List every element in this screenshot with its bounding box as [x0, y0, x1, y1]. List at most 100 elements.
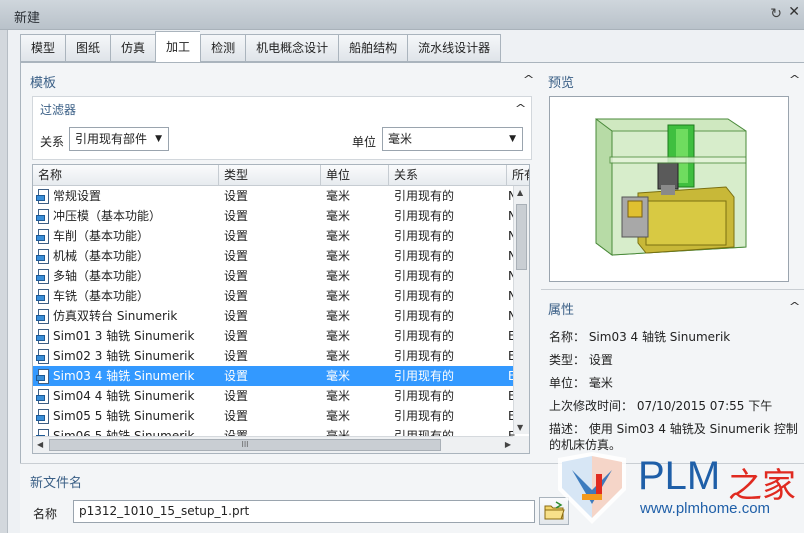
template-unit-cell-text: 毫米 [326, 189, 351, 203]
table-row[interactable]: 车削（基本功能）设置毫米引用现有的N [33, 226, 515, 246]
template-file-icon [36, 389, 50, 404]
template-relation-cell: 引用现有的 [389, 226, 505, 246]
table-row[interactable]: Sim02 3 轴铣 Sinumerik 设置 毫米 引用现有的 E [33, 346, 515, 366]
template-unit-cell-text: 毫米 [326, 289, 351, 303]
template-relation-cell: 引用现有的 [389, 386, 505, 406]
template-unit-cell: 毫米 [321, 346, 389, 366]
template-file-icon [36, 269, 50, 284]
template-unit-cell: 毫米 [321, 286, 389, 306]
chevron-up-icon[interactable]: ^ [789, 300, 801, 313]
scrollbar-corner [513, 436, 529, 453]
column-header-unit[interactable]: 单位 [321, 165, 389, 186]
horizontal-scrollbar[interactable]: ◀ III ▶ [33, 436, 515, 453]
vertical-scrollbar[interactable]: ▲ ▼ [513, 186, 529, 434]
template-name-cell-text: 多轴（基本功能） [53, 269, 150, 283]
template-unit-cell-text: 毫米 [326, 249, 351, 263]
relation-select-value: 引用现有部件 [75, 132, 148, 146]
template-name-cell: Sim05 5 轴铣 Sinumerik [33, 406, 219, 426]
tab-machining[interactable]: 加工 [155, 31, 201, 62]
table-row[interactable]: 仿真双转台 Sinumerik设置毫米引用现有的N [33, 306, 515, 326]
unit-select[interactable]: 毫米 ▼ [382, 127, 523, 151]
template-file-icon [36, 329, 50, 344]
column-header-name[interactable]: 名称 [33, 165, 219, 186]
template-relation-cell: 引用现有的 [389, 266, 505, 286]
template-type-cell: 设置 [219, 266, 321, 286]
table-row[interactable]: 多轴（基本功能）设置毫米引用现有的N [33, 266, 515, 286]
tab-mechatronics[interactable]: 机电概念设计 [245, 34, 339, 62]
template-type-cell: 设置 [219, 246, 321, 266]
scroll-thumb[interactable] [516, 204, 527, 270]
file-name-input[interactable]: p1312_1010_15_setup_1.prt [73, 500, 535, 523]
template-type-cell-text: 设置 [224, 269, 249, 283]
preview-image [549, 96, 789, 282]
table-body: 常规设置设置毫米引用现有的N冲压模（基本功能）设置毫米引用现有的N车削（基本功能… [33, 186, 515, 446]
section-divider [541, 289, 804, 290]
tab-drawing[interactable]: 图纸 [65, 34, 111, 62]
tab-inspection[interactable]: 检测 [200, 34, 246, 62]
table-row[interactable]: 机械（基本功能）设置毫米引用现有的N [33, 246, 515, 266]
scroll-down-icon[interactable]: ▼ [517, 423, 523, 432]
relation-label: 关系 [40, 135, 65, 149]
tab-simulation[interactable]: 仿真 [110, 34, 156, 62]
scroll-left-icon[interactable]: ◀ [37, 440, 43, 449]
template-file-icon [36, 289, 50, 304]
reset-icon[interactable]: ↻ [770, 6, 782, 22]
scroll-up-icon[interactable]: ▲ [517, 188, 523, 197]
table-row[interactable]: 冲压模（基本功能）设置毫米引用现有的N [33, 206, 515, 226]
template-relation-cell: 引用现有的 [389, 246, 505, 266]
template-relation-cell: 引用现有的 [389, 286, 505, 306]
table-row[interactable]: Sim01 3 轴铣 Sinumerik 设置 毫米 引用现有的 E [33, 326, 515, 346]
template-type-cell: 设置 [219, 306, 321, 326]
template-relation-cell: 引用现有的 [389, 346, 505, 366]
template-name-cell: Sim04 4 轴铣 Sinumerik [33, 386, 219, 406]
template-name-cell: 冲压模（基本功能） [33, 206, 219, 226]
relation-select[interactable]: 引用现有部件 ▼ [69, 127, 169, 151]
properties-section-title: 属性 [548, 303, 575, 318]
template-name-cell: 常规设置 [33, 186, 219, 206]
template-type-cell: 设置 [219, 326, 321, 346]
template-name-cell-text: Sim01 3 轴铣 Sinumerik [53, 329, 195, 343]
template-name-cell: Sim01 3 轴铣 Sinumerik [33, 326, 219, 346]
template-relation-cell-text: 引用现有的 [394, 309, 455, 323]
column-header-relation[interactable]: 关系 [389, 165, 507, 186]
tab-line-designer[interactable]: 流水线设计器 [407, 34, 502, 62]
template-relation-cell-text: 引用现有的 [394, 249, 455, 263]
preview-section-title: 预览 [548, 76, 575, 91]
template-file-icon [36, 349, 50, 364]
table-row[interactable]: Sim05 5 轴铣 Sinumerik 设置 毫米 引用现有的 E [33, 406, 515, 426]
scroll-thumb[interactable]: III [49, 439, 441, 451]
chevron-up-icon[interactable]: ^ [515, 102, 527, 115]
table-row[interactable]: 常规设置设置毫米引用现有的N [33, 186, 515, 206]
template-name-cell: 仿真双转台 Sinumerik [33, 306, 219, 326]
template-name-cell: Sim03 4 轴铣 Sinumerik [33, 366, 219, 386]
plmhome-watermark: PLM 之家 www.plmhome.com [552, 450, 804, 533]
template-name-cell-text: 冲压模（基本功能） [53, 209, 162, 223]
tab-ship-structure[interactable]: 船舶结构 [338, 34, 408, 62]
template-type-cell-text: 设置 [224, 229, 249, 243]
template-unit-cell: 毫米 [321, 406, 389, 426]
table-row[interactable]: 车铣（基本功能）设置毫米引用现有的N [33, 286, 515, 306]
template-unit-cell-text: 毫米 [326, 349, 351, 363]
column-header-owner[interactable]: 所有 [507, 165, 529, 186]
template-relation-cell-text: 引用现有的 [394, 329, 455, 343]
template-unit-cell-text: 毫米 [326, 229, 351, 243]
template-relation-cell-text: 引用现有的 [394, 349, 455, 363]
chevron-up-icon[interactable]: ^ [789, 73, 801, 86]
window-title: 新建 [14, 11, 41, 26]
new-file-section-title: 新文件名 [30, 476, 83, 491]
close-icon[interactable]: ✕ [788, 4, 800, 20]
tab-model[interactable]: 模型 [20, 34, 66, 62]
table-row[interactable]: Sim04 4 轴铣 Sinumerik 设置 毫米 引用现有的 E [33, 386, 515, 406]
template-type-cell-text: 设置 [224, 309, 249, 323]
template-file-icon [36, 209, 50, 224]
column-header-type[interactable]: 类型 [219, 165, 321, 186]
scroll-right-icon[interactable]: ▶ [505, 440, 511, 449]
category-tabs: 模型 图纸 仿真 加工 检测 机电概念设计 船舶结构 流水线设计器 [20, 31, 502, 62]
template-type-cell: 设置 [219, 186, 321, 206]
plm-logo-mark [558, 452, 626, 524]
chevron-up-icon[interactable]: ^ [523, 73, 535, 86]
template-unit-cell: 毫米 [321, 226, 389, 246]
table-row[interactable]: Sim03 4 轴铣 Sinumerik 设置 毫米 引用现有的 E [33, 366, 515, 386]
template-relation-cell: 引用现有的 [389, 306, 505, 326]
template-name-cell-text: Sim05 5 轴铣 Sinumerik [53, 409, 195, 423]
